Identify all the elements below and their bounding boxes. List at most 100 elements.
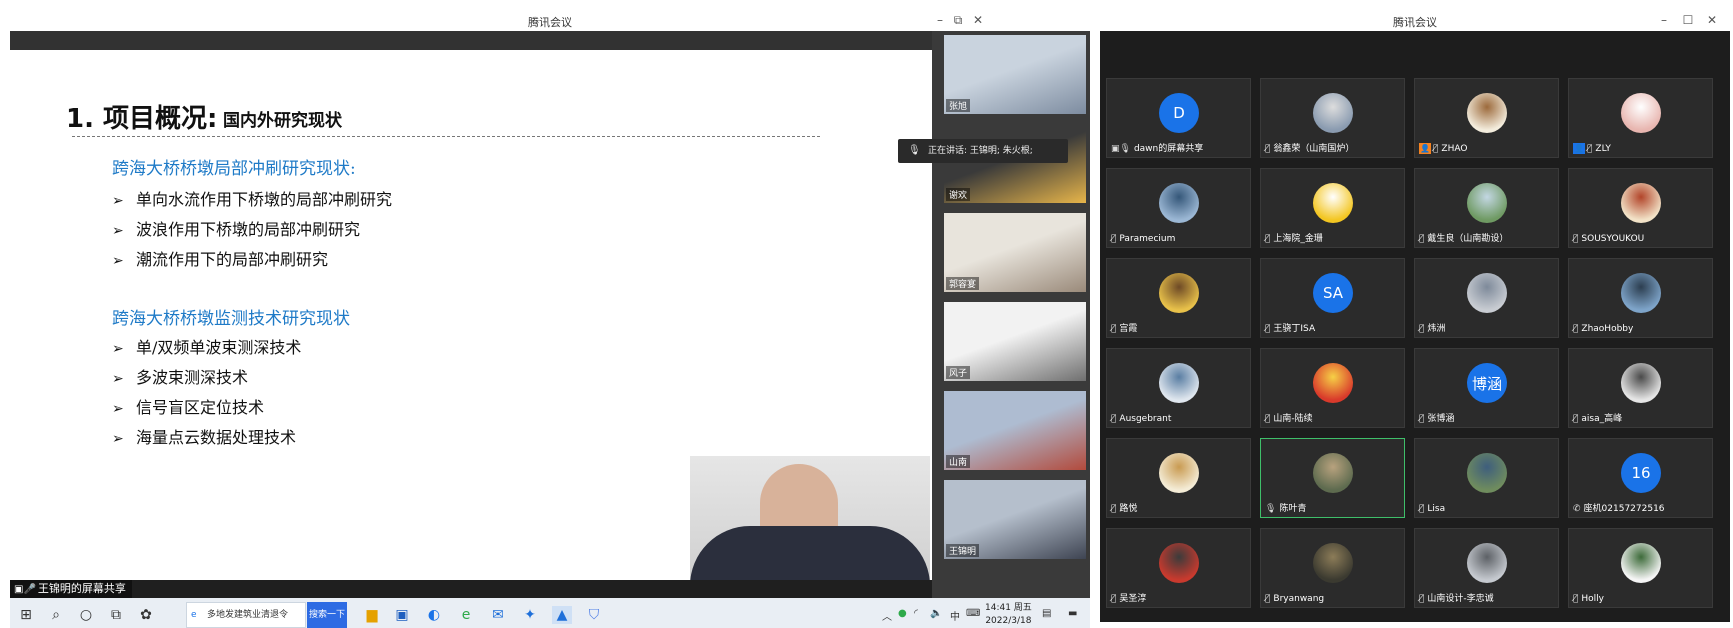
video-thumbnail[interactable]: 张旭 [944, 35, 1086, 114]
participant-tile[interactable]: 🎙̸ 吴圣淳 [1106, 528, 1251, 608]
clock[interactable]: 14:41 周五 2022/3/18 [985, 602, 1032, 628]
participant-tile[interactable]: 🎙̸ Holly [1568, 528, 1713, 608]
bullet-arrow-icon: ➢ [112, 223, 124, 239]
notification-icon[interactable]: ▬ [1068, 608, 1077, 619]
participant-name: SOUSYOUKOU [1581, 234, 1645, 244]
video-thumbnail[interactable]: 谢欢 [944, 124, 1086, 203]
minimize-button[interactable]: – [1656, 13, 1672, 27]
speaking-indicator: 🎙 正在讲话: 王锦明; 朱火根; [898, 139, 1068, 163]
participant-name: 山南设计-李忠诚 [1427, 594, 1494, 604]
edge-icon[interactable]: ◐ [424, 606, 444, 624]
avatar: SA [1313, 273, 1353, 313]
phone-icon: ✆ [1573, 504, 1581, 514]
window-title: 腾讯会议 [1393, 16, 1437, 29]
ime-indicator[interactable]: 中 [950, 608, 960, 623]
participant-name: Lisa [1427, 504, 1446, 514]
slide-title: 1. 项目概况: [66, 104, 218, 134]
participant-label: 🎙̸ 炜洲 [1419, 321, 1445, 334]
video-thumbnail[interactable]: 郭容宴 [944, 213, 1086, 292]
app-icon[interactable]: ✿ [136, 606, 156, 624]
participant-tile[interactable]: 🎙̸ 路悦 [1106, 438, 1251, 518]
participant-tile[interactable]: 🎙̸ SOUSYOUKOU [1568, 168, 1713, 248]
participant-name: 陈叶青 [1279, 504, 1307, 514]
bullet-item: ➢ 海量点云数据处理技术 [112, 428, 297, 447]
participant-tile[interactable]: 🎙̸ 炜洲 [1414, 258, 1559, 338]
thumbnail-name: 谢欢 [946, 188, 971, 201]
screen-share-icon: ▣🎤 [14, 584, 36, 595]
participant-tile[interactable]: 🎙̸ 上海院_金珊 [1260, 168, 1405, 248]
network-icon[interactable]: ◜ [914, 608, 918, 619]
share-status-bar [10, 580, 932, 598]
folder-icon[interactable]: ▆ [362, 606, 382, 624]
video-thumbnail[interactable]: 风子 [944, 302, 1086, 381]
mic-muted-icon: 🎙̸ [1111, 324, 1117, 334]
mic-muted-icon: 🎙̸ [1111, 414, 1117, 424]
mic-muted-icon: 🎙̸ [1433, 144, 1439, 154]
mail-icon[interactable]: ✉ [488, 606, 508, 624]
maximize-button[interactable]: ☐ [1680, 13, 1696, 27]
user-badge-icon: 👤 [1419, 143, 1431, 154]
participant-label: ▣🎙 dawn的屏幕共享 [1111, 141, 1203, 154]
close-button[interactable]: ✕ [1704, 13, 1720, 27]
video-thumbnail[interactable]: 王锦明 [944, 480, 1086, 559]
video-thumbnail-strip[interactable]: 张旭谢欢郭容宴风子山南王锦明 [932, 31, 1090, 598]
store-icon[interactable]: ▣ [392, 606, 412, 624]
participant-tile[interactable]: 博涵 🎙̸ 张博涵 [1414, 348, 1559, 428]
participant-tile[interactable]: 🎙̸ aisa_高峰 [1568, 348, 1713, 428]
bullet-item: ➢ 信号盲区定位技术 [112, 398, 265, 417]
section-heading: 跨海大桥桥墩监测技术研究现状 [112, 309, 350, 329]
browser-search-box[interactable]: e 多地发建筑业清退令 [186, 602, 306, 628]
start-icon[interactable]: ⊞ [16, 606, 36, 624]
avatar [1621, 363, 1661, 403]
tray-app-icon[interactable]: ● [898, 608, 907, 619]
search-button[interactable]: 搜索一下 [307, 602, 347, 628]
shield-icon[interactable]: ⛉ [584, 606, 604, 624]
tray-chevron-icon[interactable]: ︿ [882, 608, 892, 623]
participant-tile[interactable]: 🎙̸ 戴生良（山南勘设） [1414, 168, 1559, 248]
participant-tile[interactable]: 16 ✆ 座机02157272516 [1568, 438, 1713, 518]
close-button[interactable]: ✕ [970, 13, 986, 27]
participant-name: Paramecium [1119, 234, 1176, 244]
thumbnail-name: 张旭 [946, 99, 971, 112]
participant-tile[interactable]: 🎙̸ 宫霞 [1106, 258, 1251, 338]
participant-tile[interactable]: 🎙̸ Bryanwang [1260, 528, 1405, 608]
participant-tile[interactable]: 🎙̸ Paramecium [1106, 168, 1251, 248]
tencent-meeting-icon[interactable]: ▲ [552, 606, 572, 624]
browser-e-icon: e [191, 610, 197, 620]
search-icon[interactable]: ⌕ [46, 606, 66, 624]
participant-tile[interactable]: 🎙̸ 山南设计-李忠诚 [1414, 528, 1559, 608]
participant-label: 🎙̸ Ausgebrant [1111, 414, 1171, 424]
ie-icon[interactable]: e [456, 606, 476, 624]
participant-tile[interactable]: 🎙 陈叶青 [1260, 438, 1405, 518]
minimize-button[interactable]: – [932, 13, 948, 27]
restore-button[interactable]: ⧉ [950, 13, 966, 27]
avatar [1159, 183, 1199, 223]
participant-name: 宫霞 [1119, 324, 1138, 334]
mic-muted-icon: 🎙̸ [1419, 234, 1425, 244]
video-thumbnail[interactable]: 山南 [944, 391, 1086, 470]
participant-tile[interactable]: 🎙̸ 山南-陆续 [1260, 348, 1405, 428]
participant-tile[interactable]: 👤 🎙̸ ZLY [1568, 78, 1713, 158]
notes-icon[interactable]: ▤ [1042, 608, 1051, 619]
lark-icon[interactable]: ✦ [520, 606, 540, 624]
participant-tile[interactable]: SA 🎙̸ 王骁丁ISA [1260, 258, 1405, 338]
volume-icon[interactable]: 🔈 [930, 608, 942, 619]
avatar: 博涵 [1467, 363, 1507, 403]
titlebar-left: 腾讯会议 – ⧉ ✕ [10, 10, 1090, 31]
participant-tile[interactable]: 🎙̸ ZhaoHobby [1568, 258, 1713, 338]
participant-tile[interactable]: 🎙̸ Lisa [1414, 438, 1559, 518]
keyboard-icon[interactable]: ⌨ [966, 608, 980, 619]
titlebar-right: 腾讯会议 – ☐ ✕ [1100, 10, 1730, 31]
participant-tile[interactable]: 🎙̸ 翁鑫荣（山南国炉） [1260, 78, 1405, 158]
cortana-icon[interactable]: ○ [76, 606, 96, 624]
participant-label: 🎙̸ Lisa [1419, 504, 1445, 514]
task-view-icon[interactable]: ⧉ [106, 606, 126, 624]
participant-name: 翁鑫荣（山南国炉） [1273, 144, 1355, 154]
participant-tile[interactable]: 👤 🎙̸ ZHAO [1414, 78, 1559, 158]
participant-tile[interactable]: 🎙̸ Ausgebrant [1106, 348, 1251, 428]
participant-name: 王骁丁ISA [1273, 324, 1316, 334]
screen-share-icon: ▣🎙 [1111, 144, 1131, 154]
participant-grid: D ▣🎙 dawn的屏幕共享 🎙̸ 翁鑫荣（山南国炉） 👤 🎙̸ ZHAO 👤 🎙̸ ZLY 🎙̸ Pa… [1106, 78, 1721, 618]
bullet-item: ➢ 波浪作用下桥墩的局部冲刷研究 [112, 220, 361, 239]
participant-tile[interactable]: D ▣🎙 dawn的屏幕共享 [1106, 78, 1251, 158]
